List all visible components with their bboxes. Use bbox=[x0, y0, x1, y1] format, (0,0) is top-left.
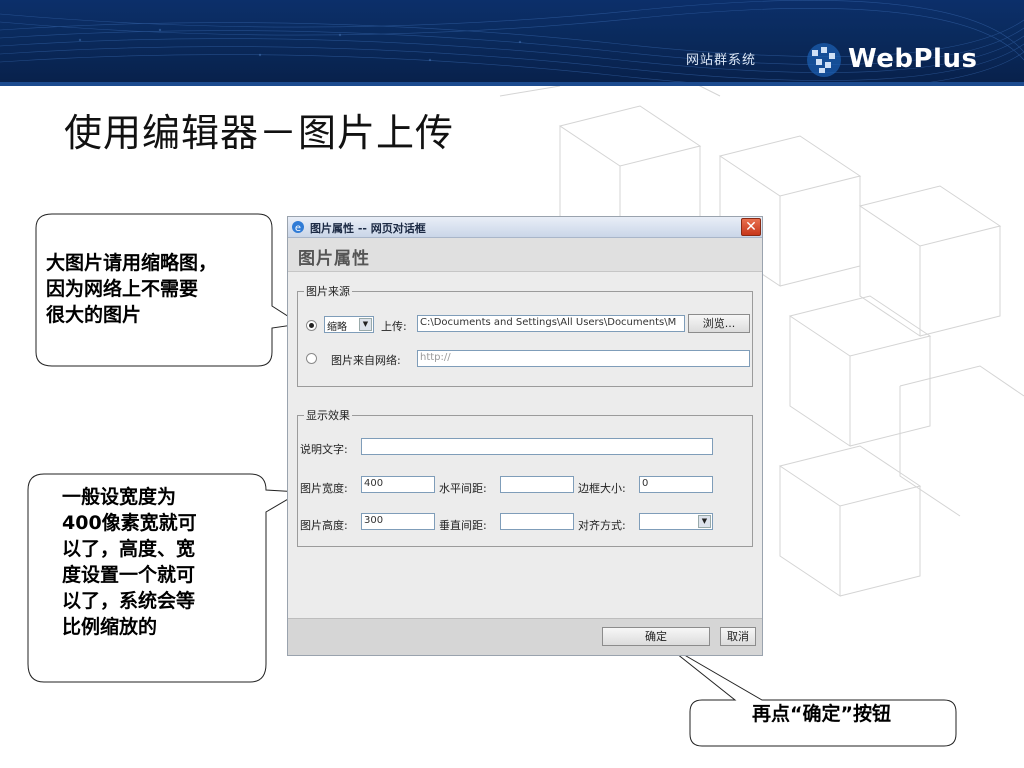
dialog-header-title: 图片属性 bbox=[298, 249, 370, 269]
vspace-field[interactable] bbox=[500, 513, 574, 530]
svg-text:e: e bbox=[295, 223, 301, 234]
display-effect-legend: 显示效果 bbox=[306, 409, 350, 422]
hspace-field[interactable] bbox=[500, 476, 574, 493]
height-label: 图片高度: bbox=[300, 519, 348, 532]
width-field[interactable]: 400 bbox=[361, 476, 435, 493]
hspace-label: 水平间距: bbox=[439, 482, 487, 495]
upload-path-field[interactable]: C:\Documents and Settings\All Users\Docu… bbox=[417, 315, 685, 332]
chevron-down-icon: ▼ bbox=[359, 318, 372, 331]
network-label: 图片来自网络: bbox=[331, 354, 401, 367]
image-properties-dialog: e 图片属性 -- 网页对话框 ✕ 图片属性 图片来源 缩略 ▼ 上传: C:\… bbox=[287, 216, 763, 656]
cancel-button[interactable]: 取消 bbox=[720, 627, 756, 646]
callout-size-line: 400像素宽就可 bbox=[62, 512, 197, 534]
callout-size-text: 一般设宽度为 400像素宽就可 以了，高度、宽 度设置一个就可 以了，系统会等 … bbox=[62, 484, 197, 640]
callout-size-line: 以了，高度、宽 bbox=[62, 538, 196, 560]
callout-size-line: 比例缩放的 bbox=[62, 616, 158, 638]
align-label: 对齐方式: bbox=[578, 519, 626, 532]
ie-icon: e bbox=[292, 221, 304, 234]
network-url-field[interactable]: http:// bbox=[417, 350, 750, 367]
chevron-down-icon: ▼ bbox=[698, 515, 711, 528]
mode-select-value: 缩略 bbox=[327, 322, 347, 333]
image-source-group: 图片来源 bbox=[297, 283, 753, 387]
caption-label: 说明文字: bbox=[300, 443, 348, 456]
network-radio[interactable] bbox=[306, 353, 317, 364]
upload-label: 上传: bbox=[381, 320, 407, 333]
align-select[interactable]: ▼ bbox=[639, 513, 713, 530]
callout-size-line: 度设置一个就可 bbox=[62, 564, 196, 586]
dialog-footer: 确定 取消 bbox=[288, 618, 762, 655]
border-field[interactable]: 0 bbox=[639, 476, 713, 493]
callout-size-line: 以了，系统会等 bbox=[62, 590, 196, 612]
callout-confirm-bubble bbox=[661, 641, 957, 747]
browse-button[interactable]: 浏览... bbox=[688, 314, 750, 333]
dialog-header: 图片属性 bbox=[288, 238, 762, 272]
image-source-legend: 图片来源 bbox=[306, 285, 350, 298]
callout-thumbnail-line: 大图片请用缩略图， bbox=[46, 252, 218, 274]
callout-confirm-text: 再点“确定”按钮 bbox=[752, 703, 891, 725]
border-label: 边框大小: bbox=[578, 482, 626, 495]
mode-select[interactable]: 缩略 ▼ bbox=[324, 316, 374, 333]
width-label: 图片宽度: bbox=[300, 482, 348, 495]
caption-field[interactable] bbox=[361, 438, 713, 455]
height-field[interactable]: 300 bbox=[361, 513, 435, 530]
close-button[interactable]: ✕ bbox=[741, 218, 761, 236]
callout-size-line: 一般设宽度为 bbox=[62, 486, 177, 508]
callout-thumbnail-line: 因为网络上不需要 bbox=[46, 278, 199, 300]
close-icon: ✕ bbox=[745, 219, 757, 235]
ok-button[interactable]: 确定 bbox=[602, 627, 710, 646]
upload-radio[interactable] bbox=[306, 320, 317, 331]
callout-thumbnail-text: 大图片请用缩略图， 因为网络上不需要 很大的图片 bbox=[46, 250, 217, 328]
callout-thumbnail-line: 很大的图片 bbox=[46, 304, 142, 326]
dialog-window-title: 图片属性 -- 网页对话框 bbox=[310, 222, 426, 235]
dialog-titlebar[interactable]: e 图片属性 -- 网页对话框 ✕ bbox=[288, 217, 762, 238]
vspace-label: 垂直间距: bbox=[439, 519, 487, 532]
